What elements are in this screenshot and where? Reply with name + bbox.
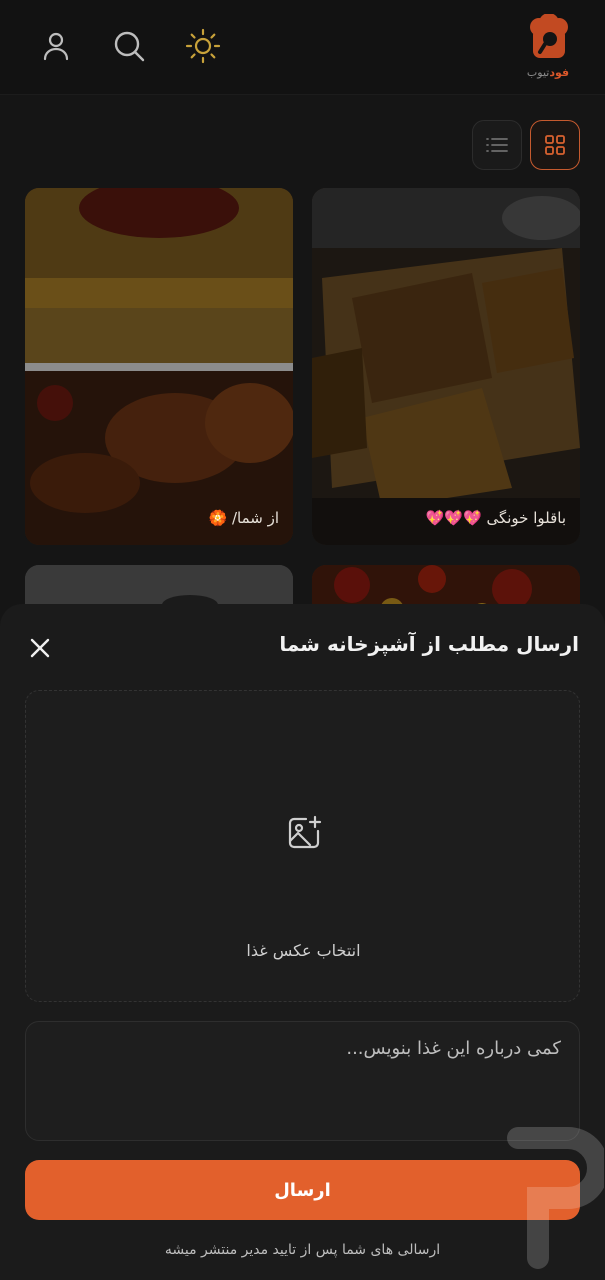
close-button[interactable] — [26, 634, 54, 662]
chef-hat-icon — [530, 13, 568, 58]
theme-sun-icon[interactable] — [183, 26, 223, 66]
post-card[interactable]: از شما/ 🏵️ — [25, 188, 293, 545]
top-bar: فودتیوب — [0, 0, 605, 95]
card-caption: از شما/ 🏵️ — [208, 509, 280, 527]
description-field[interactable] — [25, 1021, 580, 1141]
store-watermark-icon — [507, 1127, 604, 1269]
list-view-icon — [486, 138, 508, 152]
sheet-title: ارسال مطلب از آشپزخانه شما — [279, 632, 579, 656]
search-icon[interactable] — [109, 26, 149, 66]
photo-upload-area[interactable]: انتخاب عکس غذا — [25, 690, 580, 1002]
upload-label: انتخاب عکس غذا — [246, 941, 361, 960]
app-logo[interactable]: فودتیوب — [523, 13, 575, 80]
logo-text-muted: تیوب — [526, 66, 550, 79]
list-view-button[interactable] — [472, 120, 522, 170]
submit-button[interactable]: ارسال — [25, 1160, 580, 1220]
card-dim-overlay — [25, 188, 293, 545]
card-caption: باقلوا خونگی 💖💖💖 — [425, 509, 566, 527]
app-screen: فودتیوب باقلوا خونگی 💖💖💖 از شما/ 🏵️ ارسا… — [0, 0, 605, 1280]
card-dim-overlay — [312, 188, 580, 545]
profile-icon[interactable] — [36, 26, 76, 66]
post-card[interactable]: باقلوا خونگی 💖💖💖 — [312, 188, 580, 545]
logo-text-accent: فود — [549, 66, 570, 79]
add-photo-icon — [288, 815, 322, 849]
grid-view-icon — [545, 135, 565, 155]
close-icon — [30, 638, 50, 658]
logo-wordmark: فودتیوب — [515, 66, 581, 79]
grid-view-button[interactable] — [530, 120, 580, 170]
